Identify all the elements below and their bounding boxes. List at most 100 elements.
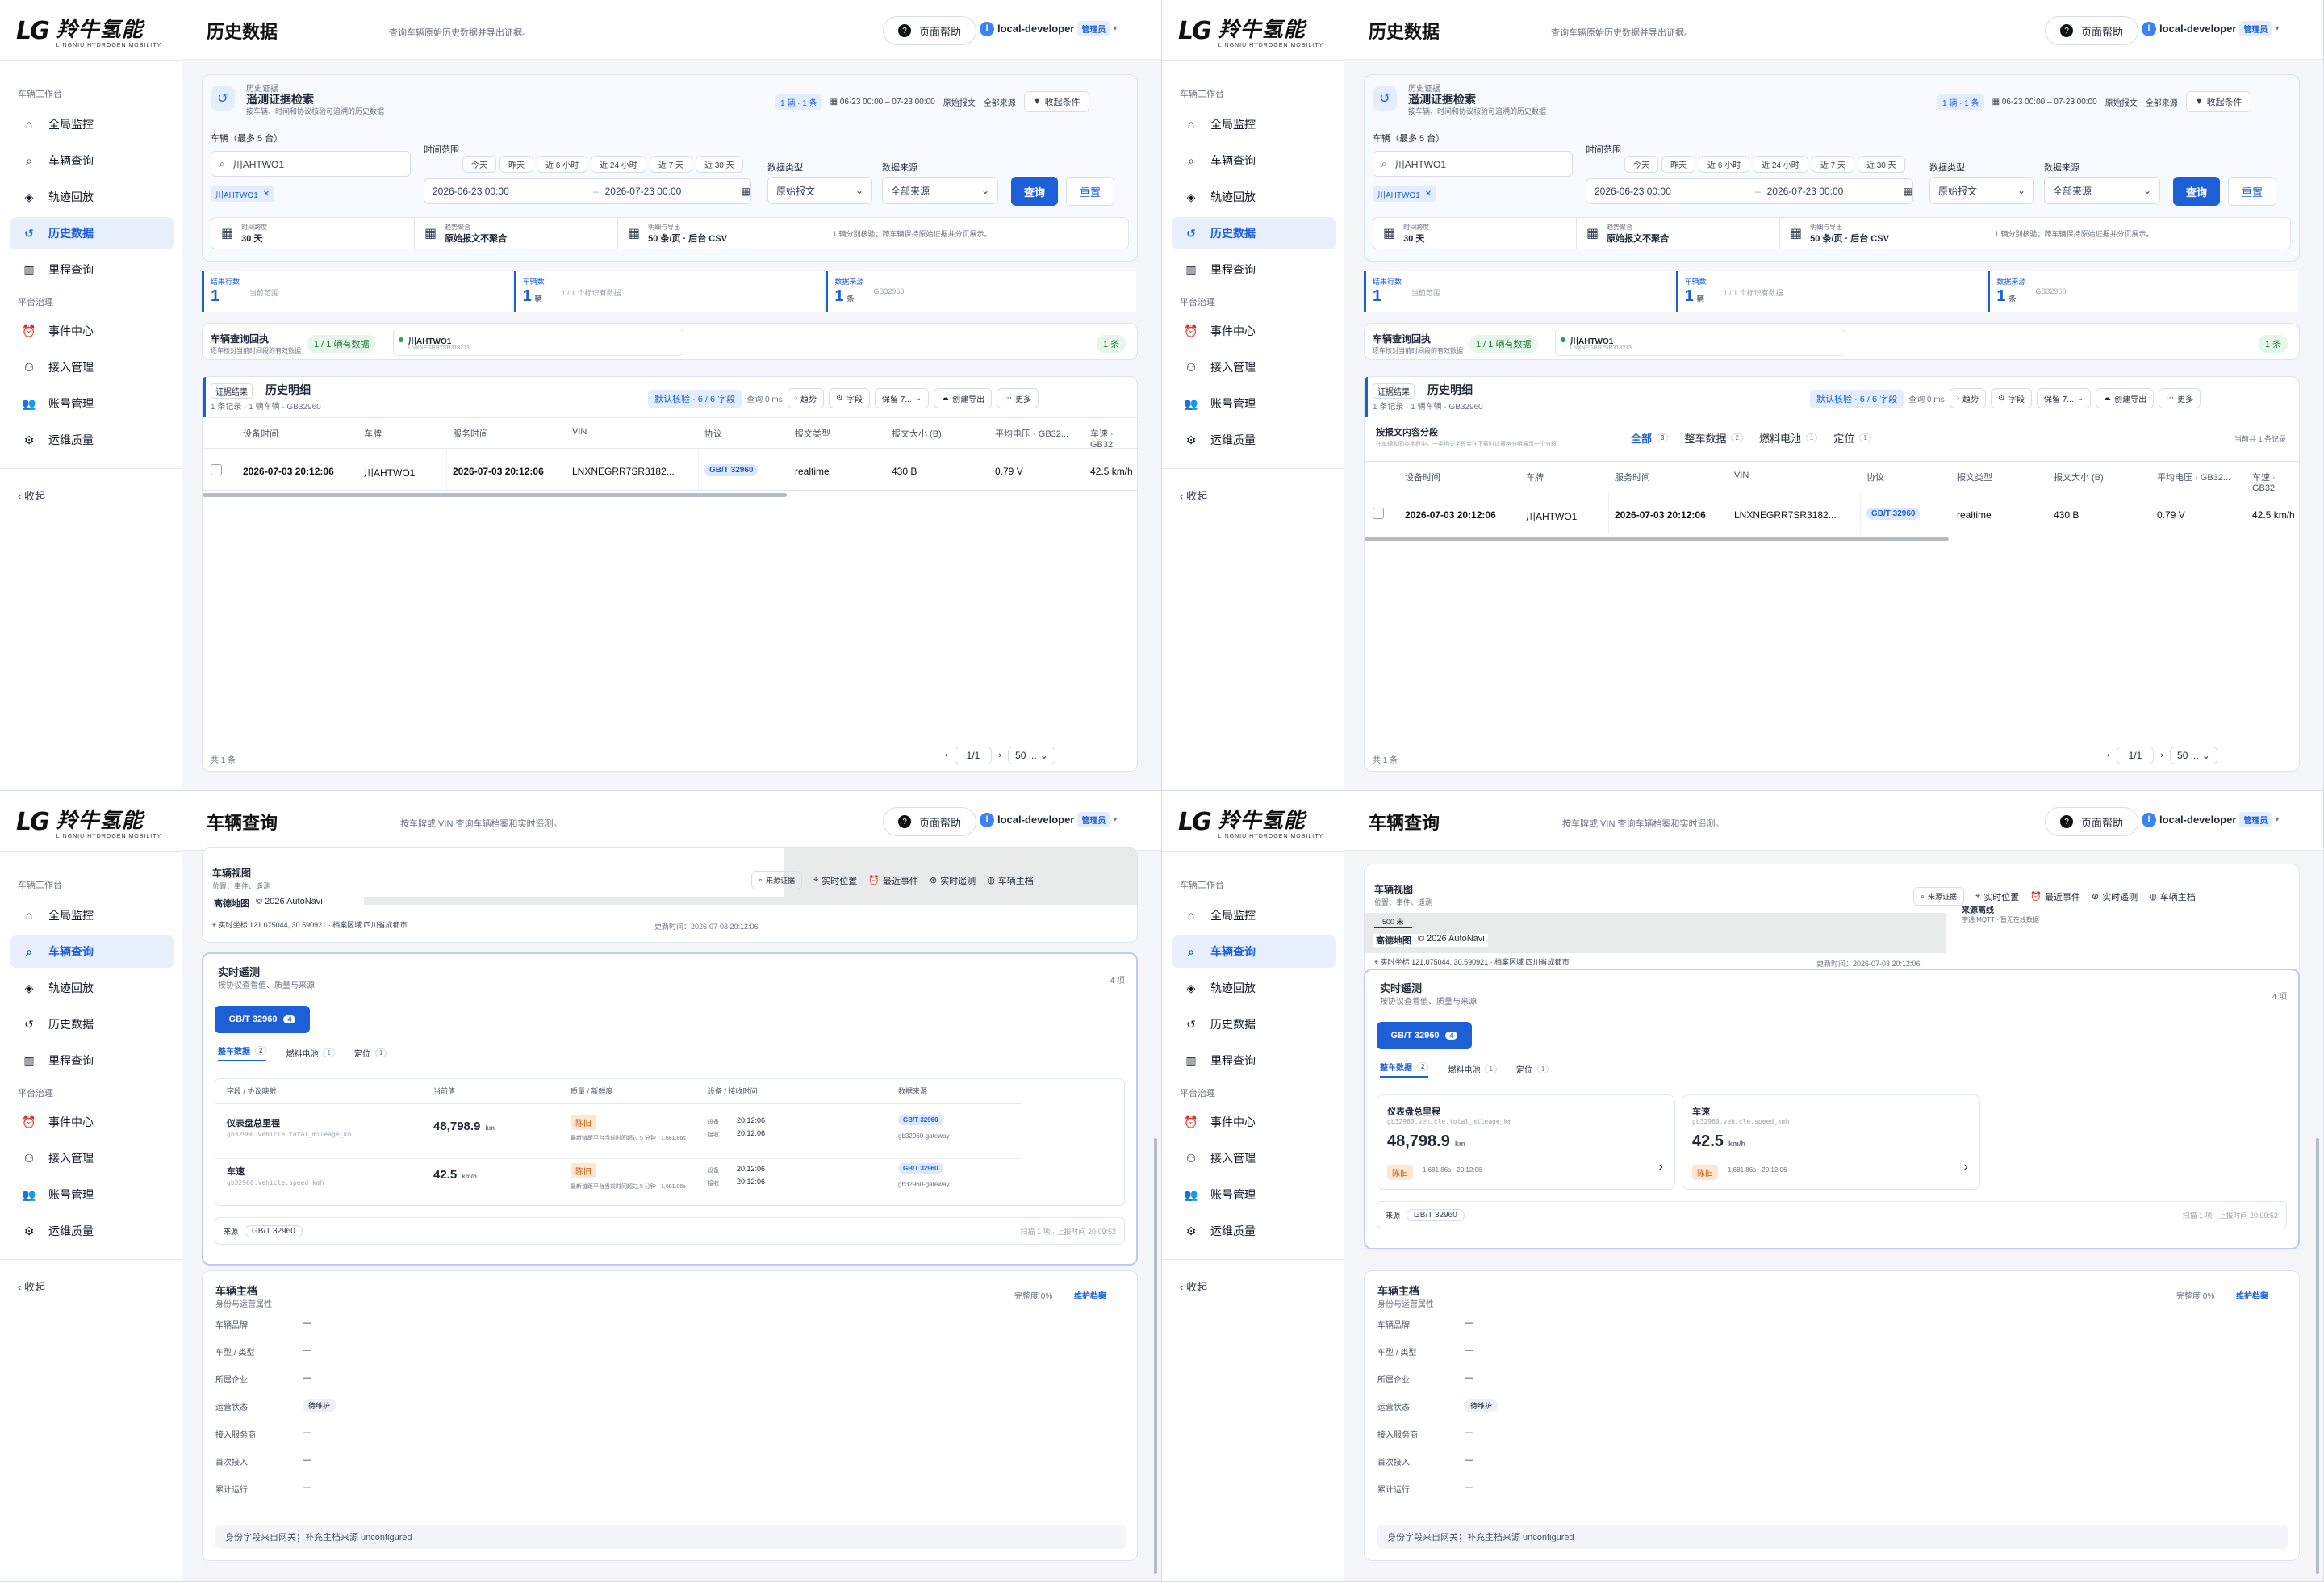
quick-range-button[interactable]: 近 7 天: [649, 156, 692, 173]
maintain-link[interactable]: 维护档案: [2236, 1289, 2268, 1301]
view-button-0[interactable]: ⌕ 来源证据: [751, 871, 803, 889]
fold-conditions-button[interactable]: ▼ 收起条件: [1023, 91, 1089, 112]
column-header[interactable]: 设备时间: [243, 427, 278, 440]
vehicle-chip[interactable]: 川AHTWO1 ✕: [211, 186, 275, 202]
quick-range-button[interactable]: 今天: [462, 156, 496, 173]
protocol-button[interactable]: GB/T 32960 4: [215, 1006, 310, 1033]
user-menu[interactable]: l local-developer 管理员 ▾: [980, 812, 1117, 827]
column-header[interactable]: 车牌: [1526, 471, 1544, 483]
receipt-vehicle[interactable]: 川AHTWO1 LNXNEGRR7SR318213: [1555, 329, 1845, 356]
data-source-select[interactable]: 全部来源 ⌄: [2044, 177, 2160, 204]
data-source-select[interactable]: 全部来源 ⌄: [882, 177, 998, 204]
view-button-2[interactable]: ⏰ 最近事件: [2030, 890, 2080, 903]
column-header[interactable]: 平均电压 · GB32...: [2157, 471, 2230, 483]
next-page-button[interactable]: ›: [998, 751, 1001, 760]
quick-range-button[interactable]: 近 24 小时: [591, 156, 646, 173]
column-header[interactable]: 报文类型: [1957, 471, 1992, 483]
sidebar-item-2[interactable]: ◈ 轨迹回放: [1172, 181, 1336, 213]
protocol-button[interactable]: GB/T 32960 4: [1377, 1022, 1472, 1049]
sidebar-item-3[interactable]: ↺ 历史数据: [1172, 1008, 1336, 1040]
view-button-1[interactable]: ⌖ 实时位置: [813, 874, 857, 887]
rt-tab[interactable]: 燃料电池 1: [1448, 1061, 1497, 1078]
date-range-picker[interactable]: 2026-06-23 00:00–2026-07-23 00:00 ▦: [424, 178, 751, 204]
column-header[interactable]: 车速 · GB32: [1090, 427, 1137, 450]
rt-tab[interactable]: 整车数据 2: [218, 1044, 267, 1061]
column-header[interactable]: 报文类型: [795, 427, 830, 440]
row-checkbox[interactable]: [211, 464, 222, 475]
column-header[interactable]: 车速 · GB32: [2252, 471, 2299, 493]
sidebar-item-1[interactable]: ⌕ 车辆查询: [10, 144, 174, 177]
page-help-button[interactable]: ? 页面帮助: [883, 16, 977, 45]
next-page-button[interactable]: ›: [2160, 751, 2163, 760]
sidebar-item-gov-2[interactable]: 👥 账号管理: [1172, 387, 1336, 420]
sidebar-item-1[interactable]: ⌕ 车辆查询: [1172, 144, 1336, 177]
page-indicator[interactable]: 1/1: [954, 747, 993, 764]
sidebar-item-0[interactable]: ⌂ 全局监控: [10, 899, 174, 931]
sidebar-item-4[interactable]: ▥ 里程查询: [1172, 1044, 1336, 1077]
sidebar-item-3[interactable]: ↺ 历史数据: [10, 1008, 174, 1040]
sidebar-item-2[interactable]: ◈ 轨迹回放: [10, 181, 174, 213]
query-button[interactable]: 查询: [2173, 177, 2220, 206]
page-help-button[interactable]: ? 页面帮助: [2045, 16, 2139, 45]
segment-tab[interactable]: 定位 1: [1833, 430, 1871, 446]
telemetry-card[interactable]: 仪表盘总里程 gb32960.vehicle.total_mileage_km 48…: [1377, 1094, 1675, 1190]
data-type-select[interactable]: 原始报文 ⌄: [1929, 177, 2034, 204]
quick-range-button[interactable]: 近 7 天: [1811, 156, 1854, 173]
trend-button[interactable]: › 趋势: [787, 388, 825, 408]
view-button-4[interactable]: ◍ 车辆主档: [2149, 890, 2196, 903]
prev-page-button[interactable]: ‹: [945, 751, 948, 760]
reset-button[interactable]: 重置: [1066, 177, 1114, 206]
sidebar-item-gov-0[interactable]: ⏰ 事件中心: [1172, 315, 1336, 347]
row-checkbox[interactable]: [1373, 508, 1384, 519]
sidebar-item-3[interactable]: ↺ 历史数据: [10, 217, 174, 249]
sidebar-item-gov-2[interactable]: 👥 账号管理: [10, 1178, 174, 1211]
column-header[interactable]: 协议: [1866, 471, 1884, 483]
table-row[interactable]: 车速 gb32960.vehicle.speed_kmh 42.5 km/h 陈旧 最新值…: [215, 1160, 1022, 1207]
sidebar-item-gov-3[interactable]: ⚙ 运维质量: [1172, 424, 1336, 456]
collapse-sidebar-button[interactable]: ‹ 收起: [1180, 1279, 1207, 1294]
column-header[interactable]: 服务时间: [1615, 471, 1650, 483]
sidebar-item-gov-3[interactable]: ⚙ 运维质量: [10, 1215, 174, 1247]
horizontal-scrollbar[interactable]: [203, 493, 787, 497]
date-range-picker[interactable]: 2026-06-23 00:00–2026-07-23 00:00 ▦: [1586, 178, 1913, 204]
sidebar-item-gov-3[interactable]: ⚙ 运维质量: [1172, 1215, 1336, 1247]
quick-range-button[interactable]: 近 30 天: [1857, 156, 1905, 173]
segment-tab[interactable]: 全部 3: [1631, 430, 1669, 446]
sidebar-item-gov-2[interactable]: 👥 账号管理: [1172, 1178, 1336, 1211]
rt-tab[interactable]: 定位 1: [1516, 1061, 1549, 1078]
collapse-sidebar-button[interactable]: ‹ 收起: [18, 1279, 45, 1294]
view-button-3[interactable]: ⊛ 实时遥测: [930, 874, 976, 887]
quick-range-button[interactable]: 近 24 小时: [1753, 156, 1808, 173]
page-indicator[interactable]: 1/1: [2116, 747, 2155, 764]
more-button[interactable]: ⋯ 更多: [2159, 388, 2201, 408]
page-help-button[interactable]: ? 页面帮助: [883, 807, 977, 836]
retention-select[interactable]: 保留 7... ⌄: [875, 388, 930, 408]
fold-conditions-button[interactable]: ▼ 收起条件: [2185, 91, 2251, 112]
user-menu[interactable]: l local-developer 管理员 ▾: [2142, 21, 2279, 36]
sidebar-item-0[interactable]: ⌂ 全局监控: [10, 108, 174, 140]
view-button-3[interactable]: ⊛ 实时遥测: [2092, 890, 2138, 903]
view-button-1[interactable]: ⌖ 实时位置: [1975, 890, 2019, 903]
sidebar-item-0[interactable]: ⌂ 全局监控: [1172, 899, 1336, 931]
page-help-button[interactable]: ? 页面帮助: [2045, 807, 2139, 836]
sidebar-item-4[interactable]: ▥ 里程查询: [10, 253, 174, 286]
vehicle-search-input[interactable]: ⌕ 川AHTWO1: [211, 151, 411, 177]
more-button[interactable]: ⋯ 更多: [997, 388, 1039, 408]
quick-range-button[interactable]: 昨天: [499, 156, 533, 173]
quick-range-button[interactable]: 近 6 小时: [537, 156, 588, 173]
segment-tab[interactable]: 整车数据 2: [1684, 430, 1743, 446]
reset-button[interactable]: 重置: [2228, 177, 2276, 206]
export-button[interactable]: ☁ 创建导出: [2096, 388, 2155, 408]
column-header[interactable]: 协议: [704, 427, 722, 440]
column-header[interactable]: 车牌: [364, 427, 382, 440]
column-header[interactable]: 报文大小 (B): [2054, 471, 2104, 483]
segment-tab[interactable]: 燃料电池 1: [1759, 430, 1818, 446]
quick-range-button[interactable]: 近 6 小时: [1699, 156, 1750, 173]
validation-chip[interactable]: 默认核验 · 6 / 6 字段: [1810, 389, 1904, 408]
sidebar-item-gov-3[interactable]: ⚙ 运维质量: [10, 424, 174, 456]
export-button[interactable]: ☁ 创建导出: [934, 388, 993, 408]
trend-button[interactable]: › 趋势: [1949, 388, 1987, 408]
chevron-right-icon[interactable]: ›: [1659, 1160, 1663, 1174]
sidebar-item-gov-1[interactable]: ⚇ 接入管理: [1172, 351, 1336, 383]
sidebar-item-2[interactable]: ◈ 轨迹回放: [10, 972, 174, 1004]
